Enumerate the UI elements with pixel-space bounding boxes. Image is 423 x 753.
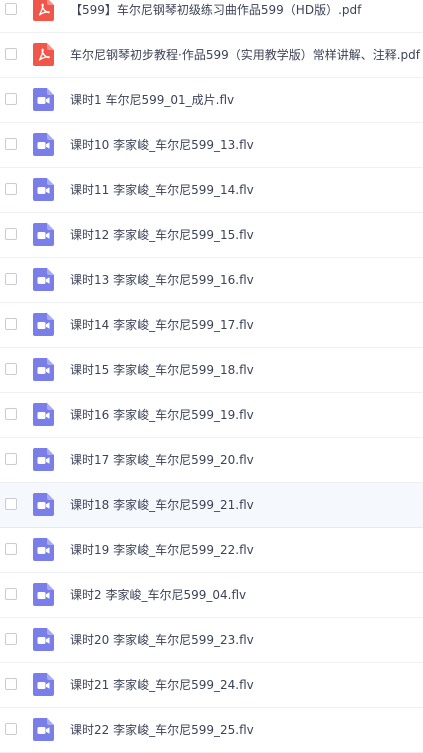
file-name[interactable]: 课时2 李家峻_车尔尼599_04.flv (70, 573, 246, 617)
file-name[interactable]: 课时21 李家峻_车尔尼599_24.flv (70, 663, 254, 707)
pdf-icon (33, 43, 54, 66)
file-name[interactable]: 课时19 李家峻_车尔尼599_22.flv (70, 528, 254, 572)
row-checkbox[interactable] (5, 408, 17, 420)
row-checkbox[interactable] (5, 228, 17, 240)
file-name[interactable]: 【599】车尔尼钢琴初级练习曲作品599（HD版）.pdf (70, 0, 361, 32)
file-list: 【599】车尔尼钢琴初级练习曲作品599（HD版）.pdf 车尔尼钢琴初步教程·作… (0, 0, 423, 753)
file-name[interactable]: 课时14 李家峻_车尔尼599_17.flv (70, 303, 254, 347)
row-checkbox[interactable] (5, 453, 17, 465)
video-icon (33, 448, 54, 471)
file-name[interactable]: 课时10 李家峻_车尔尼599_13.flv (70, 123, 254, 167)
file-row[interactable]: 课时13 李家峻_车尔尼599_16.flv (0, 258, 423, 303)
file-row[interactable]: 课时21 李家峻_车尔尼599_24.flv (0, 663, 423, 708)
file-name[interactable]: 课时16 李家峻_车尔尼599_19.flv (70, 393, 254, 437)
video-icon (33, 628, 54, 651)
file-row[interactable]: 【599】车尔尼钢琴初级练习曲作品599（HD版）.pdf (0, 0, 423, 33)
row-checkbox[interactable] (5, 588, 17, 600)
row-checkbox[interactable] (5, 3, 17, 15)
file-name[interactable]: 课时11 李家峻_车尔尼599_14.flv (70, 168, 254, 212)
file-row[interactable]: 课时1 车尔尼599_01_成片.flv (0, 78, 423, 123)
video-icon (33, 403, 54, 426)
video-icon (33, 493, 54, 516)
video-icon (33, 673, 54, 696)
file-row[interactable]: 课时20 李家峻_车尔尼599_23.flv (0, 618, 423, 663)
video-icon (33, 223, 54, 246)
row-checkbox[interactable] (5, 48, 17, 60)
video-icon (33, 718, 54, 741)
file-name[interactable]: 课时12 李家峻_车尔尼599_15.flv (70, 213, 254, 257)
file-row[interactable]: 课时22 李家峻_车尔尼599_25.flv (0, 708, 423, 753)
row-checkbox[interactable] (5, 273, 17, 285)
video-icon (33, 88, 54, 111)
file-row[interactable]: 课时17 李家峻_车尔尼599_20.flv (0, 438, 423, 483)
file-name[interactable]: 课时1 车尔尼599_01_成片.flv (70, 78, 234, 122)
file-name[interactable]: 车尔尼钢琴初步教程·作品599（实用教学版）常样讲解、注释.pdf (70, 33, 420, 77)
file-row[interactable]: 课时18 李家峻_车尔尼599_21.flv (0, 483, 423, 528)
file-name[interactable]: 课时18 李家峻_车尔尼599_21.flv (70, 483, 254, 527)
row-checkbox[interactable] (5, 363, 17, 375)
file-row[interactable]: 车尔尼钢琴初步教程·作品599（实用教学版）常样讲解、注释.pdf (0, 33, 423, 78)
video-icon (33, 583, 54, 606)
row-checkbox[interactable] (5, 138, 17, 150)
file-name[interactable]: 课时13 李家峻_车尔尼599_16.flv (70, 258, 254, 302)
file-row[interactable]: 课时11 李家峻_车尔尼599_14.flv (0, 168, 423, 213)
file-row[interactable]: 课时10 李家峻_车尔尼599_13.flv (0, 123, 423, 168)
video-icon (33, 358, 54, 381)
file-name[interactable]: 课时15 李家峻_车尔尼599_18.flv (70, 348, 254, 392)
file-row[interactable]: 课时2 李家峻_车尔尼599_04.flv (0, 573, 423, 618)
file-name[interactable]: 课时17 李家峻_车尔尼599_20.flv (70, 438, 254, 482)
row-checkbox[interactable] (5, 633, 17, 645)
video-icon (33, 178, 54, 201)
video-icon (33, 133, 54, 156)
file-row[interactable]: 课时12 李家峻_车尔尼599_15.flv (0, 213, 423, 258)
row-checkbox[interactable] (5, 498, 17, 510)
video-icon (33, 268, 54, 291)
file-row[interactable]: 课时19 李家峻_车尔尼599_22.flv (0, 528, 423, 573)
file-name[interactable]: 课时22 李家峻_车尔尼599_25.flv (70, 708, 254, 752)
row-checkbox[interactable] (5, 678, 17, 690)
video-icon (33, 313, 54, 336)
file-row[interactable]: 课时14 李家峻_车尔尼599_17.flv (0, 303, 423, 348)
file-row[interactable]: 课时15 李家峻_车尔尼599_18.flv (0, 348, 423, 393)
file-name[interactable]: 课时20 李家峻_车尔尼599_23.flv (70, 618, 254, 662)
pdf-icon (33, 0, 54, 21)
file-row[interactable]: 课时16 李家峻_车尔尼599_19.flv (0, 393, 423, 438)
row-checkbox[interactable] (5, 543, 17, 555)
row-checkbox[interactable] (5, 183, 17, 195)
video-icon (33, 538, 54, 561)
row-checkbox[interactable] (5, 93, 17, 105)
row-checkbox[interactable] (5, 318, 17, 330)
row-checkbox[interactable] (5, 723, 17, 735)
